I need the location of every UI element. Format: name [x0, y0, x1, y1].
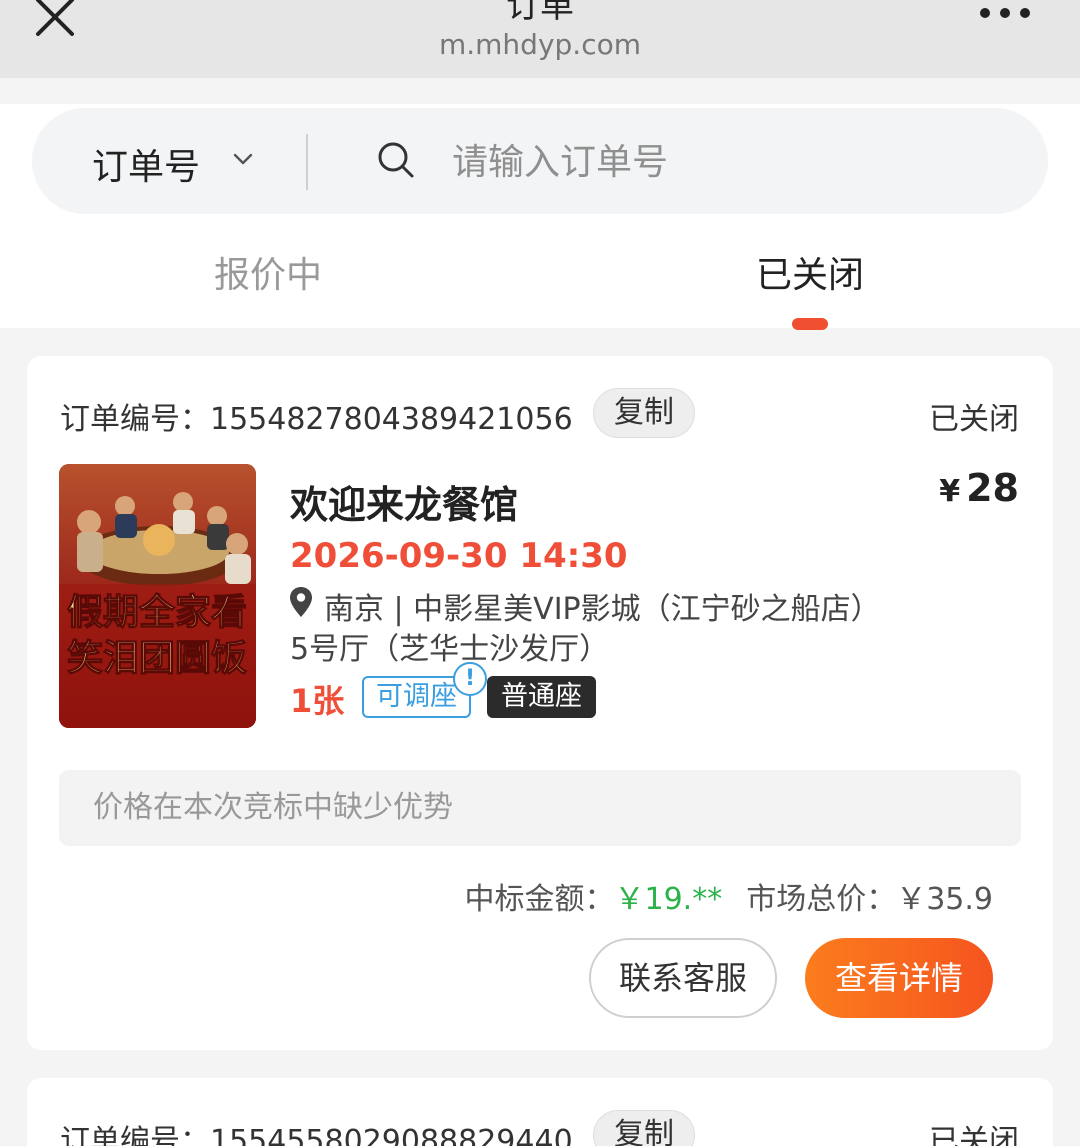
search-input[interactable] — [452, 134, 1012, 190]
browser-top-bar: 订单 m.mhdyp.com — [0, 0, 1080, 78]
search-divider — [306, 134, 308, 190]
search-bar: 订单号 — [32, 108, 1048, 214]
price-value: 28 — [966, 466, 1019, 510]
movie-title: 欢迎来龙餐馆 — [290, 483, 519, 527]
chevron-down-icon[interactable] — [232, 148, 254, 170]
movie-poster[interactable]: 假期全家看 笑泪团圆饭 — [59, 464, 256, 728]
market-price: ￥35.9 — [896, 882, 993, 917]
order-status: 已关闭 — [929, 1124, 1019, 1146]
page-url: m.mhdyp.com — [438, 28, 641, 61]
bid-amount: ￥19.** — [614, 882, 723, 917]
header: 订单号 报价中 已关闭 — [0, 104, 1080, 330]
order-status: 已关闭 — [929, 402, 1019, 437]
order-number: 订单编号：1554827804389421056 — [60, 402, 573, 437]
bid-notice: 价格在本次竞标中缺少优势 — [59, 770, 1021, 846]
order-number: 订单编号：1554558029088829440 — [60, 1124, 573, 1146]
active-tab-indicator — [792, 318, 828, 330]
order-price: ¥28 — [939, 466, 1019, 510]
poster-line-1: 假期全家看 — [67, 591, 247, 633]
location-pin-icon — [290, 587, 312, 617]
tab-quoting[interactable]: 报价中 — [214, 246, 322, 298]
cinema-name: 南京 | 中影星美VIP影城（江宁砂之船店） — [324, 592, 881, 627]
order-card: 订单编号：1554827804389421056 复制 已关闭 假期全家看 笑泪… — [27, 356, 1053, 1050]
market-price-label: 市场总价： — [746, 882, 897, 917]
search-type-selector[interactable]: 订单号 — [92, 138, 200, 190]
copy-button[interactable]: 复制 — [593, 1110, 695, 1146]
poster-line-2: 笑泪团圆饭 — [67, 638, 247, 679]
amount-summary: 中标金额：￥19.** 市场总价：￥35.9 — [464, 874, 993, 918]
hall-name: 5号厅（芝华士沙发厅） — [290, 632, 610, 667]
page-title: 订单 — [506, 0, 574, 26]
bid-amount-label: 中标金额： — [464, 882, 615, 917]
movie-poster-image: 假期全家看 笑泪团圆饭 — [59, 464, 256, 728]
tab-closed[interactable]: 已关闭 — [756, 246, 864, 298]
view-detail-button[interactable]: 查看详情 — [805, 938, 993, 1018]
info-icon[interactable]: ! — [453, 662, 487, 696]
contact-service-button[interactable]: 联系客服 — [589, 938, 777, 1018]
search-icon — [378, 142, 414, 178]
showtime: 2026-09-30 14:30 — [290, 536, 628, 576]
ticket-count: 1张 — [290, 682, 345, 720]
more-icon[interactable] — [980, 8, 1030, 18]
copy-button[interactable]: 复制 — [593, 388, 695, 438]
order-card: 订单编号：1554558029088829440 复制 已关闭 — [27, 1078, 1053, 1146]
seat-type-tag: 普通座 — [487, 676, 596, 718]
price-symbol: ¥ — [939, 474, 961, 509]
